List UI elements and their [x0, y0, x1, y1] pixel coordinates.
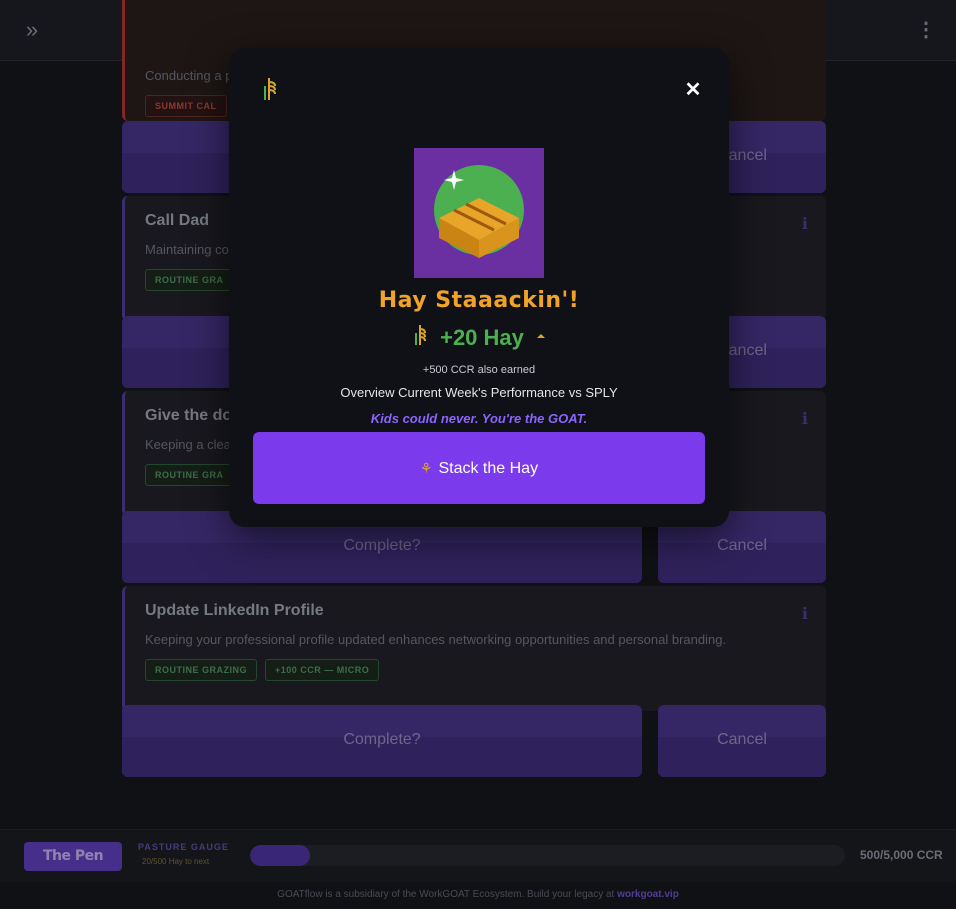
ccr-earned-text: +500 CCR also earned — [422, 364, 536, 376]
modal-title: Hay Staaackin'! — [378, 288, 580, 313]
reward-row: +20 Hay — [229, 324, 729, 351]
stack-button-label: Stack the Hay — [438, 460, 539, 477]
close-icon[interactable]: ✕ — [681, 78, 705, 102]
reward-value: +20 Hay — [440, 324, 524, 350]
wheat-logo-icon — [259, 76, 279, 102]
performance-text: Overview Current Week's Performance vs S… — [340, 385, 618, 400]
wheat-icon — [412, 324, 428, 351]
tagline-text: Kids could never. You're the GOAT. — [370, 411, 588, 426]
hay-small-icon — [536, 332, 546, 343]
hay-bale-illustration — [414, 148, 544, 278]
wheat-icon: ⚘ — [419, 460, 433, 476]
stack-the-hay-button[interactable]: ⚘ Stack the Hay — [253, 432, 705, 504]
reward-modal: ✕ Hay Staaackin'! +20 Hay +500 CCR also … — [229, 48, 729, 527]
